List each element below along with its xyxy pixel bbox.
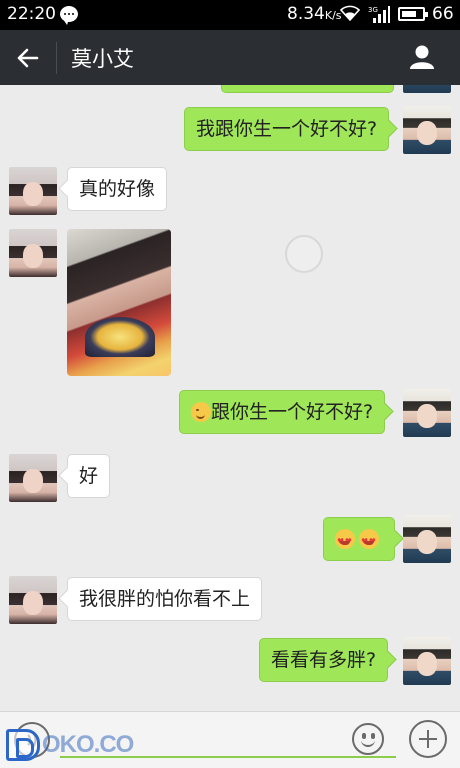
message-bubble-incoming[interactable]: 真的好像	[67, 167, 168, 211]
contact-avatar[interactable]	[9, 576, 57, 624]
watermark-text: OKO.CO	[42, 731, 134, 758]
watermark: OKO.CO	[6, 727, 134, 763]
chat-header: 莫小艾	[0, 30, 460, 85]
message-text: 我很胖的怕你看不上	[79, 588, 251, 610]
contact-avatar[interactable]	[9, 454, 57, 502]
signal-icon: 3G	[368, 6, 390, 23]
heart-eyes-emoji	[359, 529, 379, 554]
more-options-button[interactable]	[409, 720, 447, 758]
loading-spinner-icon	[285, 235, 323, 273]
wifi-icon	[340, 5, 360, 21]
contact-avatar[interactable]	[9, 229, 57, 277]
back-button[interactable]	[8, 38, 48, 78]
contact-info-button[interactable]	[400, 38, 444, 78]
watermark-logo-icon	[6, 729, 40, 761]
message-bubble-outgoing[interactable]: 跟你生一个好不好?	[179, 390, 386, 434]
contact-avatar[interactable]	[9, 167, 57, 215]
my-avatar[interactable]	[403, 389, 451, 437]
message-text: 看看有多胖?	[271, 649, 377, 671]
status-bar: 22:20 8.34K/s 3G 66	[0, 0, 460, 30]
network-speed: 8.34K/s	[287, 4, 342, 24]
message-bubble-partial	[221, 85, 394, 93]
message-list[interactable]: 我跟你生一个好不好? 真的好像 跟你生一个好不好? 好 我很胖的怕你看不上 看看…	[0, 85, 460, 711]
chat-title: 莫小艾	[71, 47, 134, 71]
emoji-button[interactable]	[352, 723, 384, 755]
my-avatar[interactable]	[403, 637, 451, 685]
message-bubble-outgoing[interactable]: 看看有多胖?	[259, 638, 389, 682]
my-avatar[interactable]	[403, 515, 451, 563]
battery-level: 66	[432, 4, 454, 24]
back-arrow-icon	[17, 48, 39, 68]
my-avatar[interactable]	[403, 106, 451, 154]
message-bubble-outgoing[interactable]: 我跟你生一个好不好?	[184, 107, 390, 151]
message-bubble-incoming[interactable]: 好	[67, 454, 111, 498]
image-message[interactable]	[67, 229, 171, 376]
message-bubble-incoming[interactable]: 我很胖的怕你看不上	[67, 577, 263, 621]
message-text: 跟你生一个好不好?	[211, 401, 374, 423]
message-text: 真的好像	[79, 178, 156, 200]
winking-face-emoji	[191, 402, 211, 422]
message-icon	[60, 6, 78, 25]
battery-icon	[398, 7, 428, 21]
title-divider	[56, 42, 57, 74]
svg-text:3G: 3G	[368, 6, 378, 14]
heart-eyes-emoji	[335, 529, 355, 554]
message-text: 我跟你生一个好不好?	[196, 118, 378, 140]
message-text: 好	[79, 465, 99, 487]
status-time: 22:20	[7, 4, 56, 24]
photo-content	[85, 317, 155, 357]
my-avatar[interactable]	[403, 85, 451, 93]
message-bubble-outgoing[interactable]	[323, 517, 395, 561]
person-icon	[410, 45, 434, 69]
